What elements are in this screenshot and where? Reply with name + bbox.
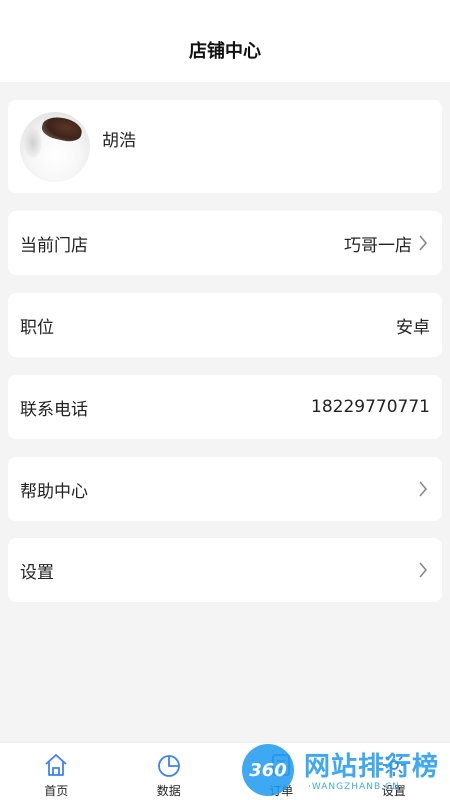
help-center-row[interactable]: 帮助中心 [8, 457, 442, 521]
pie-chart-icon [157, 755, 180, 777]
phone-label: 联系电话 [20, 399, 88, 420]
tab-settings-label: 设置 [381, 784, 406, 798]
tab-data-label: 数据 [156, 784, 181, 798]
top-header: 店铺中心 [0, 0, 450, 82]
chevron-right-icon [416, 235, 430, 251]
avatar-shade [24, 128, 42, 158]
chevron-right-icon [416, 481, 430, 497]
tab-data[interactable]: 数据 [113, 743, 226, 800]
tab-home-label: 首页 [44, 784, 69, 798]
profile-card[interactable]: 胡浩 [8, 100, 442, 193]
phone-value: 18229770771 [311, 397, 430, 417]
settings-row[interactable]: 设置 [8, 538, 442, 602]
order-icon [272, 754, 291, 776]
user-name: 胡浩 [102, 131, 136, 151]
chevron-right-icon [416, 562, 430, 578]
tab-orders[interactable]: 订单 [225, 743, 338, 800]
settings-label: 设置 [20, 562, 54, 583]
bottom-tab-bar: 首页 数据 订单 设置 [0, 742, 450, 800]
avatar[interactable] [20, 112, 90, 182]
position-label: 职位 [20, 317, 54, 338]
current-store-label: 当前门店 [20, 235, 88, 256]
tab-home[interactable]: 首页 [0, 743, 113, 800]
position-value: 安卓 [396, 317, 430, 338]
home-icon [45, 754, 67, 776]
avatar-hair [40, 114, 84, 144]
settings-icon [382, 754, 405, 776]
tab-orders-label: 订单 [269, 784, 294, 798]
current-store-row[interactable]: 当前门店 巧哥一店 [8, 211, 442, 275]
current-store-value: 巧哥一店 [344, 235, 412, 256]
phone-row: 联系电话 18229770771 [8, 375, 442, 439]
tab-settings[interactable]: 设置 [338, 743, 450, 800]
help-center-label: 帮助中心 [20, 481, 88, 502]
page-title: 店铺中心 [189, 41, 261, 62]
position-row: 职位 安卓 [8, 293, 442, 357]
